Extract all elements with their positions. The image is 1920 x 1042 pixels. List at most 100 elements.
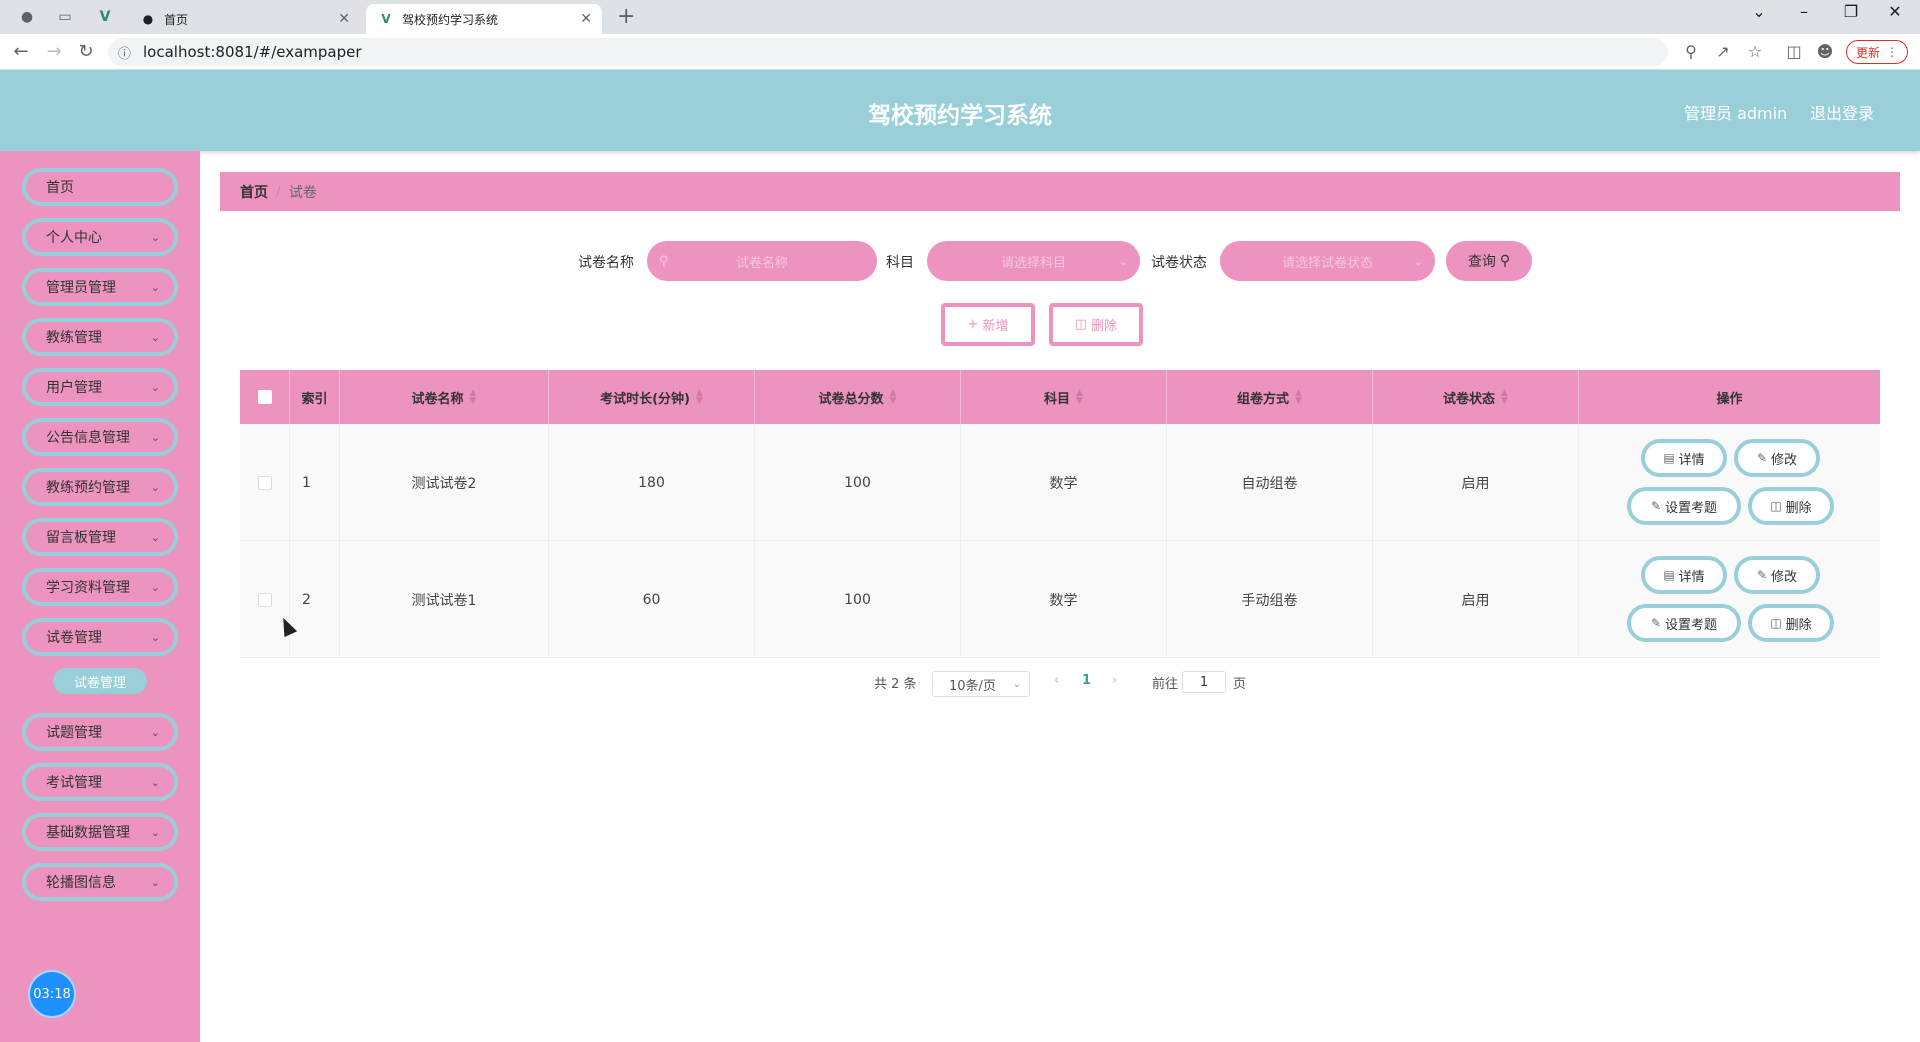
sidebar-item[interactable]: 学习资料管理 ⌄: [22, 568, 178, 606]
forward-icon[interactable]: →: [43, 41, 65, 62]
name-search-input[interactable]: ⚲ 试卷名称: [647, 241, 877, 281]
close-window-button[interactable]: ✕: [1880, 2, 1910, 21]
delete-label: 删除: [1091, 319, 1118, 334]
side-panel-icon[interactable]: ◫: [1783, 42, 1805, 61]
key-icon[interactable]: ⚲: [1680, 42, 1702, 61]
sort-icon[interactable]: ▲ ▼: [1501, 389, 1508, 406]
set-questions-button[interactable]: ✎ 设置考题: [1627, 487, 1741, 525]
delete-button[interactable]: ◫ 删除: [1748, 487, 1834, 525]
restore-button[interactable]: ❐: [1836, 2, 1866, 21]
next-page-icon[interactable]: ›: [1112, 673, 1117, 688]
bulk-delete-button[interactable]: ◫ 删除: [1049, 303, 1143, 346]
status-filter-label: 试卷状态: [1151, 255, 1207, 271]
sidebar-item[interactable]: 管理员管理 ⌄: [22, 268, 178, 306]
browser-tab-active[interactable]: V 驾校预约学习系统 ✕: [366, 4, 602, 34]
col-subject[interactable]: 科目 ▲ ▼: [961, 370, 1167, 424]
chevron-down-icon: ⌄: [150, 280, 160, 294]
col-method[interactable]: 组卷方式 ▲ ▼: [1167, 370, 1373, 424]
chevron-down-icon: ⌄: [1118, 254, 1128, 268]
star-icon[interactable]: ☆: [1744, 42, 1766, 61]
delete-button[interactable]: ◫ 删除: [1748, 604, 1834, 642]
close-icon[interactable]: ✕: [580, 11, 592, 27]
share-icon[interactable]: ↗: [1712, 42, 1734, 61]
goto-suffix: 页: [1233, 677, 1247, 692]
pinned-tab-icon[interactable]: ▭: [52, 6, 78, 28]
select-all-checkbox[interactable]: [257, 390, 272, 404]
breadcrumb-home[interactable]: 首页: [240, 182, 268, 202]
logout-link[interactable]: 退出登录: [1810, 100, 1874, 124]
sidebar-item[interactable]: 基础数据管理 ⌄: [22, 813, 178, 851]
document-icon: ▤: [1663, 568, 1675, 582]
detail-button[interactable]: ▤ 详情: [1641, 439, 1727, 477]
search-icon: ⚲: [1499, 253, 1511, 269]
prev-page-icon[interactable]: ‹: [1054, 673, 1059, 688]
profile-icon[interactable]: ☻: [1814, 42, 1836, 61]
address-bar: ← → ↻ ⓘ localhost:8081/#/exampaper ⚲ ↗ ☆…: [0, 34, 1920, 70]
col-score[interactable]: 试卷总分数 ▲ ▼: [755, 370, 961, 424]
browser-tab-home[interactable]: ● 首页 ✕: [128, 4, 360, 34]
query-button[interactable]: 查询 ⚲: [1446, 241, 1532, 281]
cell-duration: 180: [549, 424, 755, 541]
row-checkbox[interactable]: [257, 475, 272, 490]
add-button[interactable]: + 新增: [941, 303, 1035, 346]
menu-dots-icon: ⋮: [1886, 45, 1898, 59]
page-size-select[interactable]: 10条/页 ⌄: [932, 671, 1030, 697]
app-title: 驾校预约学习系统: [868, 103, 1052, 129]
edit-button[interactable]: ✎ 修改: [1734, 556, 1820, 594]
status-select[interactable]: 请选择试卷状态 ⌄: [1220, 241, 1435, 281]
new-tab-button[interactable]: +: [617, 4, 635, 29]
col-status[interactable]: 试卷状态 ▲ ▼: [1373, 370, 1579, 424]
goto-prefix: 前往: [1152, 677, 1179, 692]
sidebar-item[interactable]: 首页: [22, 168, 178, 206]
sort-icon[interactable]: ▲ ▼: [1076, 389, 1083, 406]
app-header: 驾校预约学习系统 管理员 admin 退出登录: [0, 70, 1920, 151]
chevron-down-icon: ⌄: [150, 230, 160, 244]
pinned-tab-icon[interactable]: V: [92, 6, 118, 28]
sidebar-item[interactable]: 教练预约管理 ⌄: [22, 468, 178, 506]
sidebar-item[interactable]: 留言板管理 ⌄: [22, 518, 178, 556]
sidebar-item[interactable]: 试题管理 ⌄: [22, 713, 178, 751]
url-field[interactable]: ⓘ localhost:8081/#/exampaper: [108, 38, 1668, 66]
pinned-tab-icon[interactable]: ●: [14, 6, 40, 28]
chevron-down-icon: ⌄: [150, 530, 160, 544]
sort-icon[interactable]: ▲ ▼: [1295, 389, 1302, 406]
sidebar-item[interactable]: 轮播图信息 ⌄: [22, 863, 178, 901]
sort-icon[interactable]: ▲ ▼: [696, 389, 703, 406]
sort-icon[interactable]: ▲ ▼: [470, 389, 477, 406]
set-questions-button[interactable]: ✎ 设置考题: [1627, 604, 1741, 642]
set-questions-label: 设置考题: [1665, 500, 1718, 516]
sidebar-item-label: 留言板管理: [46, 530, 116, 546]
sort-icon[interactable]: ▲ ▼: [890, 389, 897, 406]
info-icon[interactable]: ⓘ: [118, 43, 131, 62]
back-icon[interactable]: ←: [10, 41, 32, 62]
col-duration[interactable]: 考试时长(分钟) ▲ ▼: [549, 370, 755, 424]
chevron-down-icon: ⌄: [150, 430, 160, 444]
chevron-down-icon: ⌄: [150, 630, 160, 644]
sidebar-item[interactable]: 公告信息管理 ⌄: [22, 418, 178, 456]
sidebar-item[interactable]: 用户管理 ⌄: [22, 368, 178, 406]
name-placeholder: 试卷名称: [735, 255, 788, 271]
tab-search-icon[interactable]: ⌄: [1744, 2, 1774, 21]
reload-icon[interactable]: ↻: [75, 41, 97, 62]
sidebar-subitem-exampaper[interactable]: 试卷管理: [53, 668, 147, 694]
detail-button[interactable]: ▤ 详情: [1641, 556, 1727, 594]
cell-index: 1: [290, 424, 340, 541]
minimize-button[interactable]: –: [1789, 2, 1819, 21]
edit-button[interactable]: ✎ 修改: [1734, 439, 1820, 477]
close-icon[interactable]: ✕: [338, 11, 350, 27]
sidebar-item[interactable]: 考试管理 ⌄: [22, 763, 178, 801]
row-checkbox[interactable]: [257, 592, 272, 607]
col-name[interactable]: 试卷名称 ▲ ▼: [340, 370, 549, 424]
chevron-down-icon: ⌄: [1413, 254, 1423, 268]
sidebar-item[interactable]: 教练管理 ⌄: [22, 318, 178, 356]
goto-page-input[interactable]: 1: [1182, 671, 1226, 693]
sidebar-item[interactable]: 个人中心 ⌄: [22, 218, 178, 256]
col-status-label: 试卷状态: [1443, 391, 1496, 407]
update-button[interactable]: 更新 ⋮: [1846, 40, 1908, 64]
sidebar-item[interactable]: 试卷管理 ⌄: [22, 618, 178, 656]
chevron-down-icon: ⌄: [150, 480, 160, 494]
subject-select[interactable]: 请选择科目 ⌄: [927, 241, 1140, 281]
add-label: 新增: [982, 319, 1009, 334]
current-page-number[interactable]: 1: [1082, 673, 1091, 688]
cell-score: 100: [755, 541, 961, 658]
